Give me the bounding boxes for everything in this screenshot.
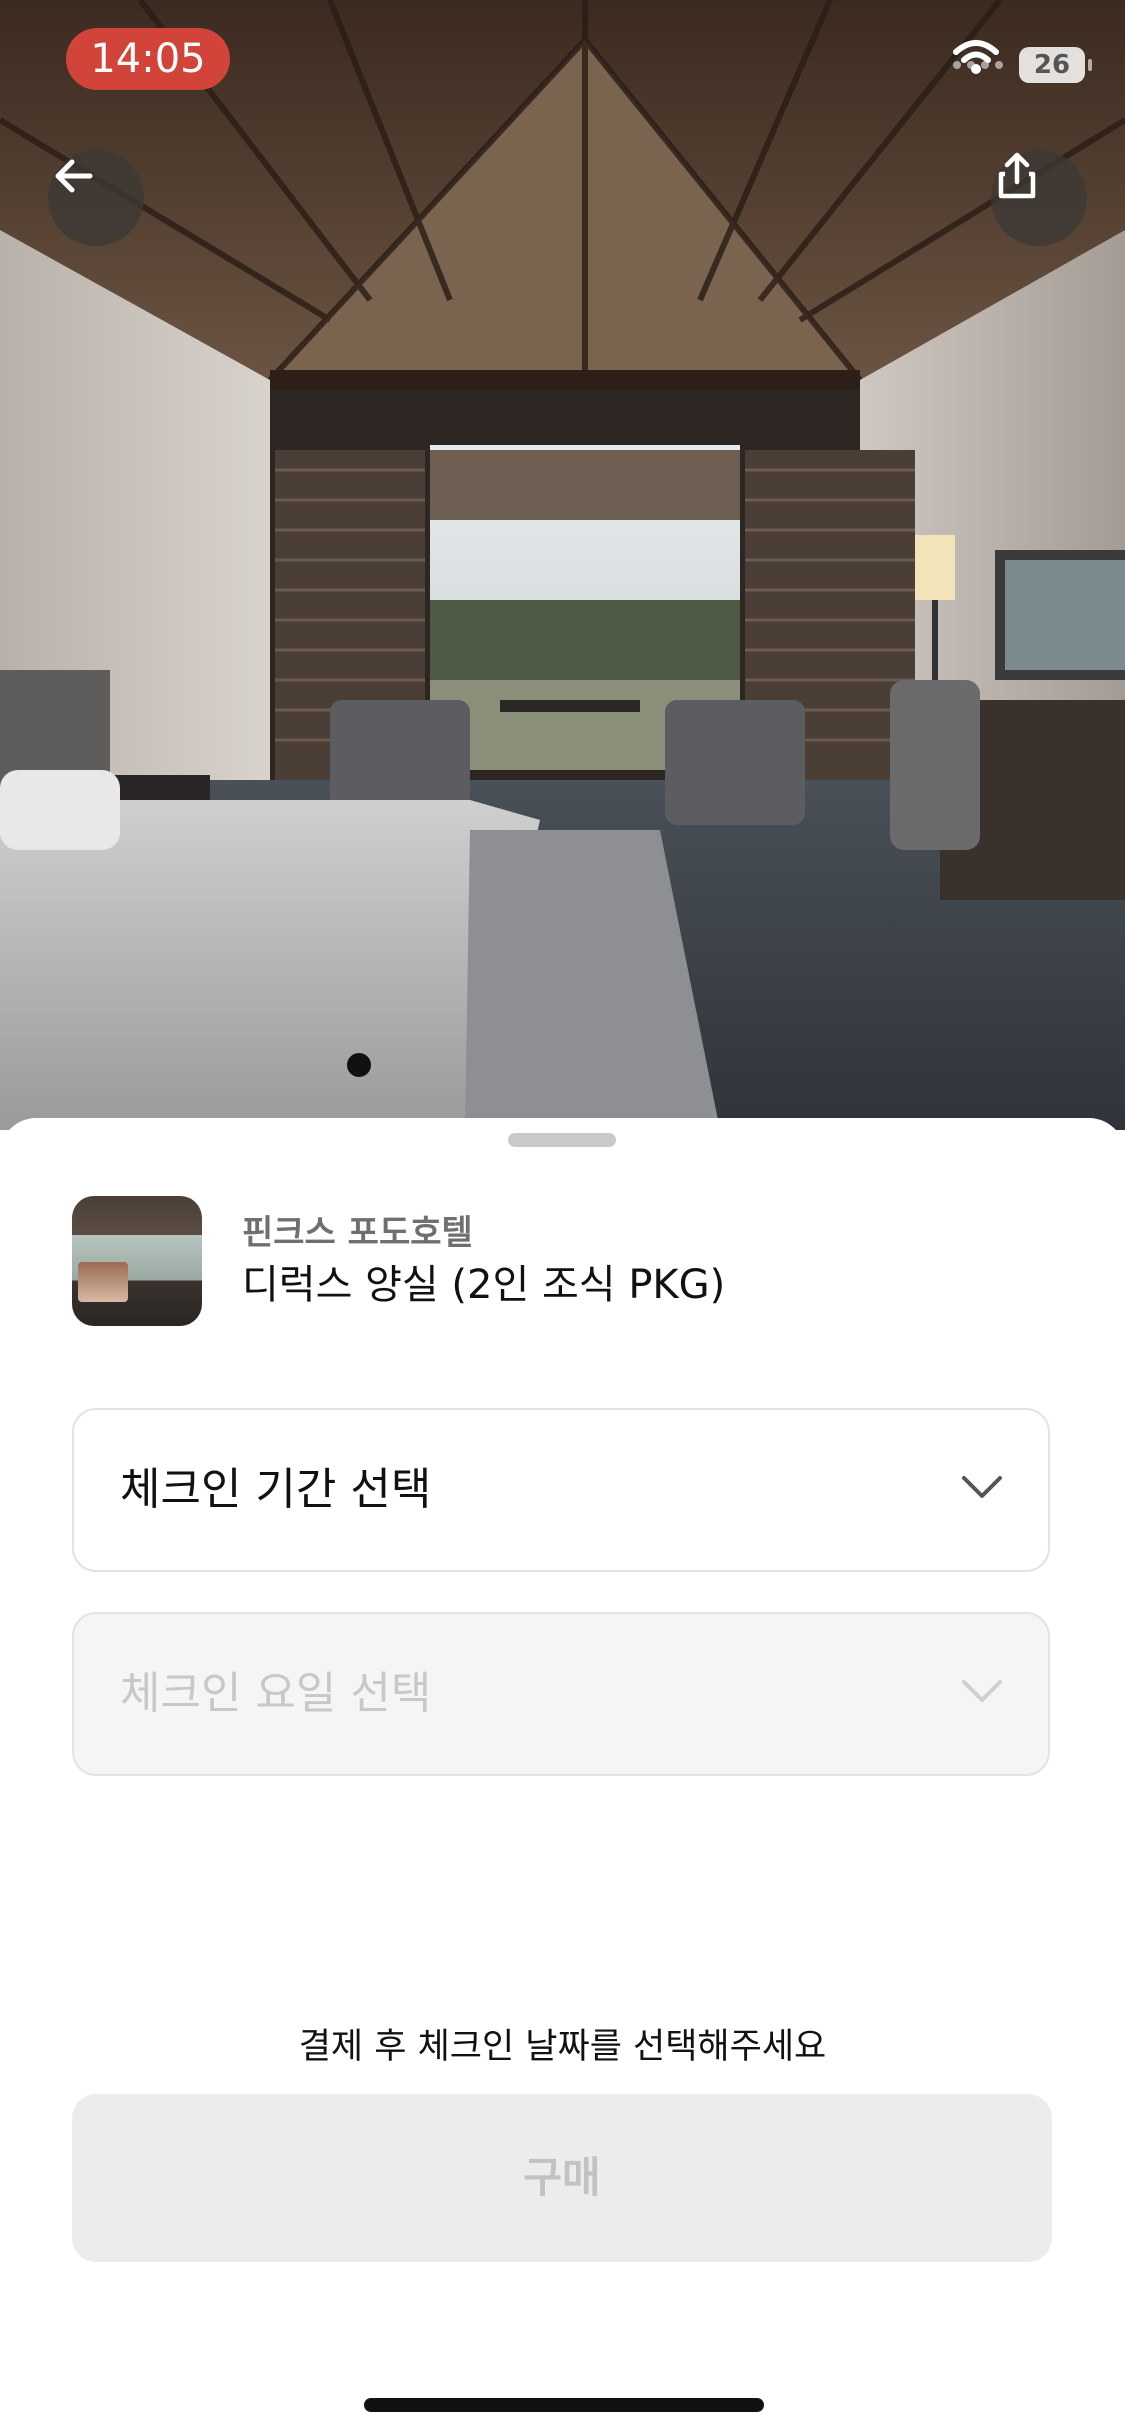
buy-button[interactable]: 구매: [72, 2094, 1052, 2262]
share-button[interactable]: [991, 150, 1087, 246]
hero-image[interactable]: 14:05 26: [0, 0, 1125, 1130]
room-name: 디럭스 양실 (2인 조식 PKG): [242, 1262, 726, 1308]
share-icon: [998, 152, 1036, 199]
checkin-notice: 결제 후 체크인 날짜를 선택해주세요: [298, 2027, 827, 2067]
hotel-room-photo: [0, 0, 1125, 1130]
checkin-day-select[interactable]: 체크인 요일 선택: [72, 1612, 1050, 1776]
battery-icon: 26: [1019, 47, 1092, 83]
chevron-down-icon: [962, 1476, 1002, 1498]
checkin-day-label: 체크인 요일 선택: [120, 1668, 432, 1719]
back-button[interactable]: [48, 150, 144, 246]
status-indicators: 26: [953, 40, 1092, 90]
sheet-grabber[interactable]: [508, 1133, 616, 1147]
back-arrow-icon: [55, 159, 93, 193]
purchase-sheet: 핀크스 포도호텔 디럭스 양실 (2인 조식 PKG) 체크인 기간 선택 체크…: [0, 1118, 1125, 2436]
hotel-name: 핀크스 포도호텔: [242, 1213, 473, 1253]
home-indicator: [364, 2398, 764, 2412]
product-thumbnail: [72, 1196, 202, 1326]
product-summary: 핀크스 포도호텔 디럭스 양실 (2인 조식 PKG): [72, 1196, 725, 1326]
carousel-indicator: [347, 1053, 371, 1077]
wifi-icon: [953, 40, 999, 74]
checkin-period-label: 체크인 기간 선택: [120, 1464, 432, 1515]
chevron-down-icon: [962, 1680, 1002, 1702]
status-time: 14:05: [66, 28, 230, 90]
checkin-period-select[interactable]: 체크인 기간 선택: [72, 1408, 1050, 1572]
